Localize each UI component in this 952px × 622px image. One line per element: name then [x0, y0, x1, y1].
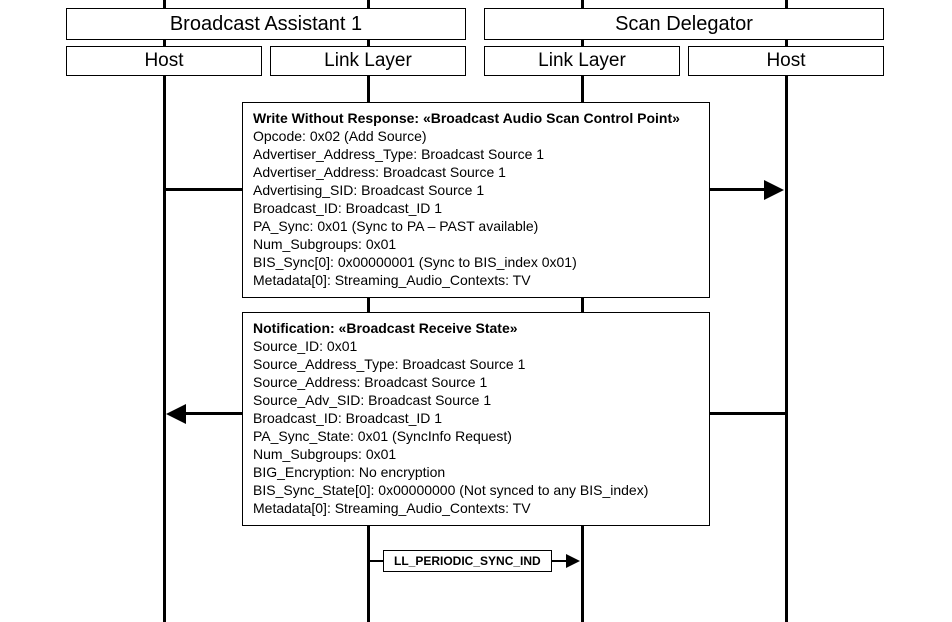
msg1-line: Advertiser_Address_Type: Broadcast Sourc… [253, 145, 699, 163]
msg2-line: Source_Adv_SID: Broadcast Source 1 [253, 391, 699, 409]
msg1-line: BIS_Sync[0]: 0x00000001 (Sync to BIS_ind… [253, 253, 699, 271]
lifeline-link-layer-left [367, 0, 370, 622]
role-link-layer-right-cover: Link Layer [484, 46, 680, 76]
msg2-title: Notification: «Broadcast Receive State» [253, 319, 699, 337]
msg1-line: Broadcast_ID: Broadcast_ID 1 [253, 199, 699, 217]
actor-scan-delegator-cover: Scan Delegator [484, 8, 884, 40]
msg1-line: Advertising_SID: Broadcast Source 1 [253, 181, 699, 199]
msg1-line: PA_Sync: 0x01 (Sync to PA – PAST availab… [253, 217, 699, 235]
msg2-line: PA_Sync_State: 0x01 (SyncInfo Request) [253, 427, 699, 445]
role-link-layer-left-cover: Link Layer [270, 46, 466, 76]
msg2-line: Source_ID: 0x01 [253, 337, 699, 355]
msg3-box: LL_PERIODIC_SYNC_IND [383, 550, 552, 572]
msg2-arrow-head [166, 404, 186, 424]
msg2-line: Broadcast_ID: Broadcast_ID 1 [253, 409, 699, 427]
msg1-line: Opcode: 0x02 (Add Source) [253, 127, 699, 145]
msg2-line: BIG_Encryption: No encryption [253, 463, 699, 481]
sequence-diagram: Broadcast Assistant 1 Scan Delegator Hos… [0, 0, 952, 622]
msg1-line: Metadata[0]: Streaming_Audio_Contexts: T… [253, 271, 699, 289]
msg1-arrow-head [764, 180, 784, 200]
msg2-line: Source_Address: Broadcast Source 1 [253, 373, 699, 391]
lifeline-host-right [785, 0, 788, 622]
msg1-line: Advertiser_Address: Broadcast Source 1 [253, 163, 699, 181]
msg2-line: BIS_Sync_State[0]: 0x00000000 (Not synce… [253, 481, 699, 499]
msg2-line: Metadata[0]: Streaming_Audio_Contexts: T… [253, 499, 699, 517]
msg1-box: Write Without Response: «Broadcast Audio… [242, 102, 710, 298]
lifeline-host-left [163, 0, 166, 622]
actor-broadcast-assistant-cover: Broadcast Assistant 1 [66, 8, 466, 40]
msg1-title: Write Without Response: «Broadcast Audio… [253, 109, 699, 127]
msg2-line: Source_Address_Type: Broadcast Source 1 [253, 355, 699, 373]
msg2-line: Num_Subgroups: 0x01 [253, 445, 699, 463]
msg3-arrow-head [566, 554, 580, 568]
lifeline-link-layer-right [581, 0, 584, 622]
msg1-line: Num_Subgroups: 0x01 [253, 235, 699, 253]
role-host-right-cover: Host [688, 46, 884, 76]
role-host-left-cover: Host [66, 46, 262, 76]
msg2-box: Notification: «Broadcast Receive State» … [242, 312, 710, 526]
